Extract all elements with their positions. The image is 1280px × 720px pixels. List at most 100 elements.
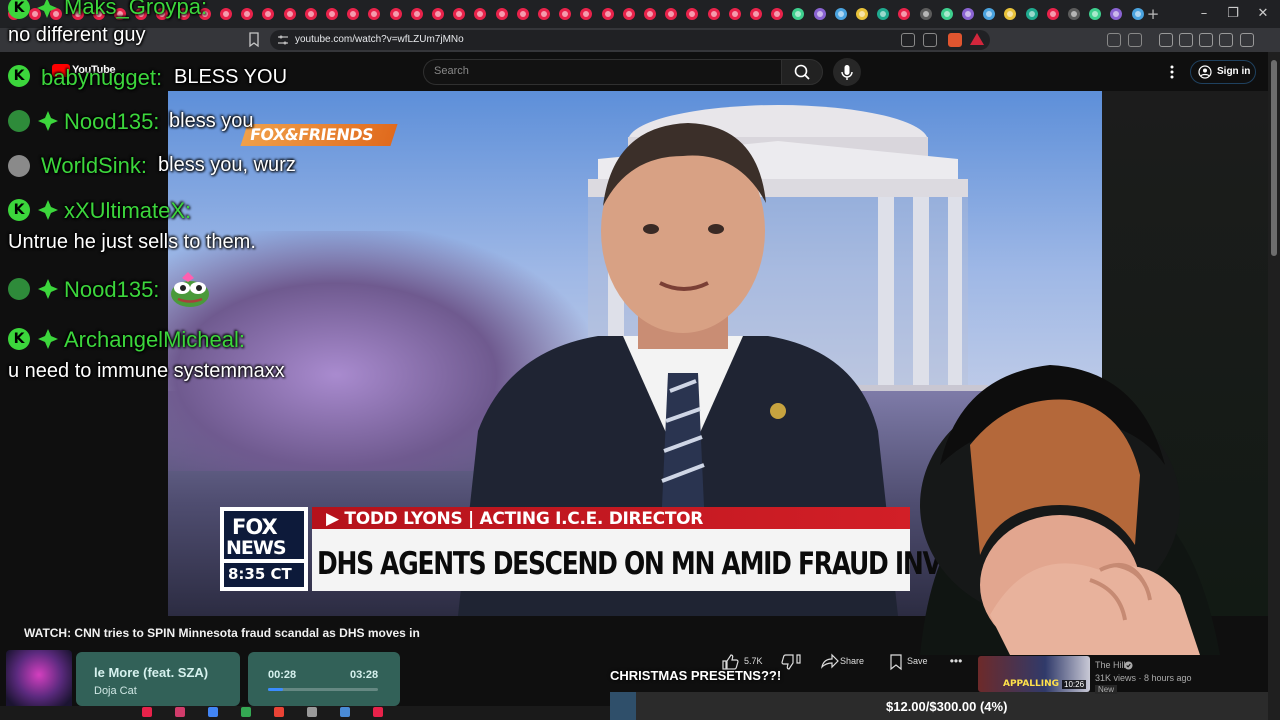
- tab-favicon-icon[interactable]: [792, 8, 805, 20]
- tab-favicon-icon[interactable]: [516, 8, 529, 20]
- warning-icon[interactable]: [970, 33, 984, 45]
- microphone-icon: [841, 65, 853, 80]
- tab-favicon-icon[interactable]: [453, 8, 466, 20]
- tab-favicon-icon[interactable]: [771, 8, 784, 20]
- recommended-video-duration: 10:26: [1062, 680, 1087, 689]
- tab-favicon-icon[interactable]: [665, 8, 678, 20]
- tab-favicon-icon[interactable]: [262, 8, 275, 20]
- tab-favicon-icon[interactable]: [347, 8, 360, 20]
- tab-favicon-icon[interactable]: [580, 8, 593, 20]
- new-tab-button[interactable]: +: [1146, 6, 1160, 22]
- tab-favicon-icon[interactable]: [919, 8, 932, 20]
- tab-favicon-icon[interactable]: [389, 8, 402, 20]
- taskbar-app-icon[interactable]: [208, 707, 218, 717]
- tab-favicon-icon[interactable]: [750, 8, 762, 20]
- scrollbar-thumb[interactable]: [1271, 60, 1277, 256]
- chat-username: WorldSink:: [41, 153, 147, 178]
- taskbar-app-icon[interactable]: [241, 707, 251, 717]
- close-window-button[interactable]: ✕: [1255, 6, 1271, 22]
- search-input[interactable]: [423, 59, 781, 85]
- puzzle-icon[interactable]: [1107, 33, 1121, 47]
- search-button[interactable]: [781, 59, 823, 85]
- tab-favicon-icon[interactable]: [432, 8, 444, 20]
- name-bar-text: ▶ TODD LYONS | ACTING I.C.E. DIRECTOR: [326, 509, 704, 529]
- chat-username: ArchangelMicheal:: [64, 327, 245, 352]
- tab-favicon-icon[interactable]: [410, 8, 423, 20]
- tab-favicon-icon[interactable]: [368, 8, 381, 20]
- site-info-icon[interactable]: [277, 34, 289, 46]
- new-badge: New: [1095, 685, 1118, 694]
- maximize-button[interactable]: ❐: [1225, 6, 1241, 22]
- dislike-button[interactable]: [781, 652, 803, 672]
- taskbar-app-icon[interactable]: [373, 707, 383, 717]
- tab-favicon-icon[interactable]: [983, 8, 996, 20]
- tab-favicon-icon[interactable]: [538, 8, 550, 20]
- window-icon[interactable]: [1128, 33, 1142, 47]
- brave-shield-icon[interactable]: [948, 33, 962, 47]
- tab-favicon-icon[interactable]: [644, 8, 656, 20]
- tab-favicon-icon[interactable]: [474, 8, 487, 20]
- more-actions-button[interactable]: •••: [946, 652, 966, 672]
- tab-favicon-icon[interactable]: [304, 8, 317, 20]
- chat-username: babynugget:: [41, 65, 163, 90]
- song-artist: Doja Cat: [94, 685, 137, 697]
- tab-favicon-icon[interactable]: [1089, 8, 1102, 20]
- tab-favicon-icon[interactable]: [686, 8, 699, 20]
- tab-favicon-icon[interactable]: [856, 8, 868, 20]
- chat-message: Untrue he just sells to them.: [8, 231, 256, 253]
- tab-favicon-icon[interactable]: [728, 8, 741, 20]
- tab-favicon-icon[interactable]: [707, 8, 720, 20]
- tab-favicon-icon[interactable]: [813, 8, 826, 20]
- tab-favicon-icon[interactable]: [940, 8, 953, 20]
- tab-favicon-icon[interactable]: [1046, 8, 1059, 20]
- music-icon[interactable]: [1159, 33, 1173, 47]
- taskbar-app-icon[interactable]: [142, 707, 152, 717]
- taskbar-app-icon[interactable]: [307, 707, 317, 717]
- kick-badge-icon: K: [8, 199, 30, 221]
- recommended-channel-name[interactable]: The Hill: [1095, 660, 1126, 670]
- broadcast-time: 8:35 CT: [228, 565, 292, 583]
- vpn-icon[interactable]: [1219, 33, 1233, 47]
- search-icon: [794, 64, 810, 80]
- chat-message: BLESS YOU: [174, 66, 288, 88]
- wallet-icon[interactable]: [1199, 33, 1213, 47]
- chat-username: Nood135:: [64, 277, 160, 302]
- tab-favicon-icon[interactable]: [1110, 8, 1123, 20]
- tab-favicon-icon[interactable]: [1025, 8, 1038, 20]
- sidebar-icon[interactable]: [1179, 33, 1193, 47]
- tab-favicon-icon[interactable]: [962, 8, 974, 20]
- share-icon[interactable]: [923, 33, 937, 47]
- tab-favicon-icon[interactable]: [241, 8, 254, 20]
- more-options-icon[interactable]: [1165, 62, 1179, 82]
- screen-icon[interactable]: [901, 33, 915, 47]
- stream-overlay-message: CHRISTMAS PRESETNS??!: [610, 668, 782, 683]
- fox-news-logo-line1: FOX: [232, 515, 278, 539]
- minimize-button[interactable]: –: [1196, 6, 1212, 22]
- tab-favicon-icon[interactable]: [898, 8, 911, 20]
- tab-favicon-icon[interactable]: [1068, 8, 1080, 20]
- taskbar-app-icon[interactable]: [340, 707, 350, 717]
- bookmark-icon[interactable]: [248, 32, 260, 48]
- menu-icon[interactable]: [1240, 33, 1254, 47]
- tab-favicon-icon[interactable]: [1004, 8, 1017, 20]
- taskbar-app-icon[interactable]: [175, 707, 185, 717]
- url-text: youtube.com/watch?v=wfLZUm7jMNo: [295, 34, 464, 45]
- chat-message: bless you: [169, 110, 254, 132]
- video-title: WATCH: CNN tries to SPIN Minnesota fraud…: [24, 626, 420, 640]
- voice-search-button[interactable]: [833, 58, 861, 86]
- subscriber-badge-icon: [38, 200, 58, 220]
- song-total-time: 03:28: [350, 669, 379, 681]
- tab-favicon-icon[interactable]: [622, 8, 635, 20]
- tab-favicon-icon[interactable]: [495, 8, 508, 20]
- song-current-time: 00:28: [268, 669, 297, 681]
- tab-favicon-icon[interactable]: [326, 8, 338, 20]
- tab-favicon-icon[interactable]: [601, 8, 614, 20]
- tab-favicon-icon[interactable]: [1131, 8, 1144, 20]
- tab-favicon-icon[interactable]: [834, 8, 847, 20]
- tab-favicon-icon[interactable]: [877, 8, 890, 20]
- tab-favicon-icon[interactable]: [283, 8, 296, 20]
- tab-favicon-icon[interactable]: [559, 8, 572, 20]
- like-count: 5.7K: [744, 656, 763, 666]
- taskbar-app-icon[interactable]: [274, 707, 284, 717]
- tab-favicon-icon[interactable]: [220, 8, 232, 20]
